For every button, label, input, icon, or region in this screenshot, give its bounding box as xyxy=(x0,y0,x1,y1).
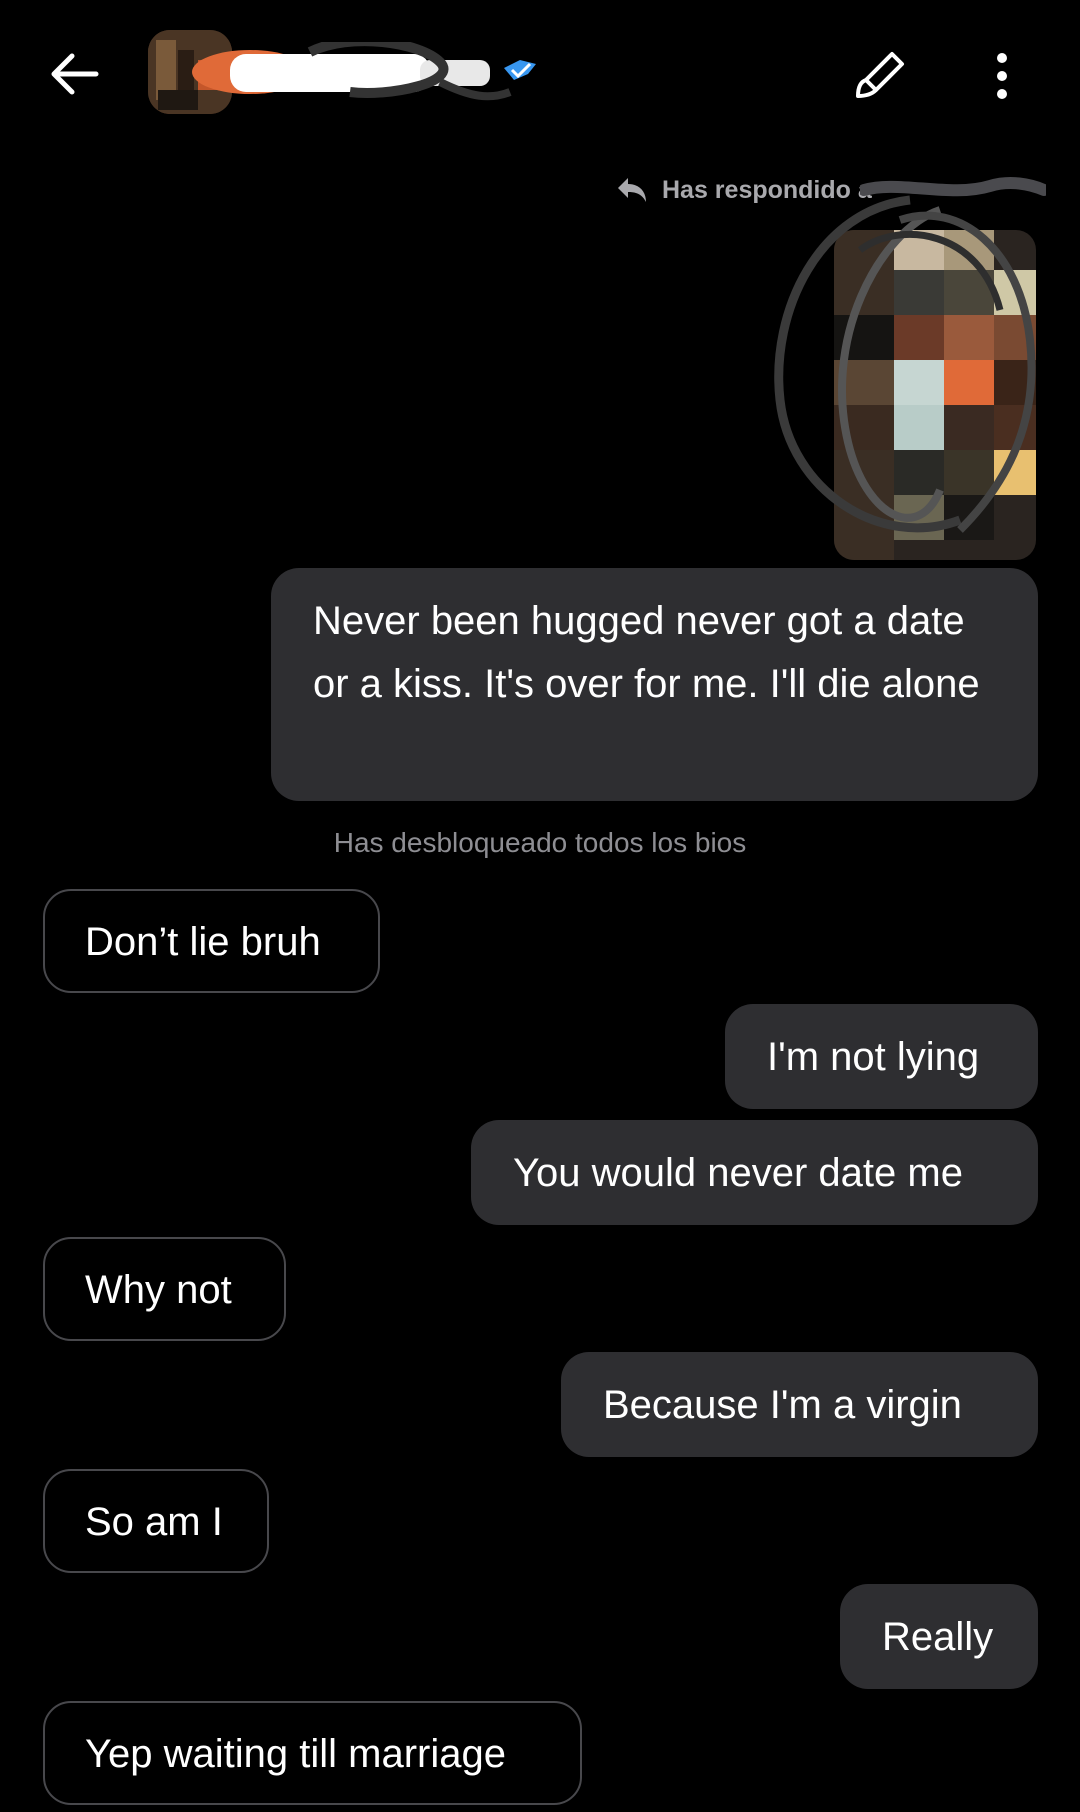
story-thumbnail[interactable] xyxy=(834,230,1036,560)
message-bubble-incoming[interactable]: So am I xyxy=(43,1469,269,1573)
chat-header xyxy=(0,0,1080,150)
system-notice: Has desbloqueado todos los bios xyxy=(333,827,747,858)
message-bubble-outgoing[interactable]: I'm not lying xyxy=(725,1004,1038,1109)
message-text: Yep waiting till marriage xyxy=(85,1732,506,1776)
message-text: Why not xyxy=(85,1268,232,1312)
message-text: I'm not lying xyxy=(767,1035,980,1079)
message-text: You would never date me xyxy=(513,1151,963,1195)
message-text: Don’t lie bruh xyxy=(85,920,321,964)
reply-context: Has respondido a xyxy=(616,170,872,210)
more-vertical-icon xyxy=(997,53,1007,99)
message-bubble-outgoing[interactable]: Really xyxy=(840,1584,1038,1689)
message-text: Really xyxy=(882,1615,994,1659)
back-button[interactable] xyxy=(48,50,100,98)
reply-context-text: Has respondido a xyxy=(662,175,872,204)
message-text: Never been hugged never got a date or a … xyxy=(313,599,980,706)
message-text: So am I xyxy=(85,1500,223,1544)
verified-badge-icon xyxy=(498,54,542,88)
brush-icon xyxy=(856,52,904,98)
message-bubble-incoming[interactable]: Why not xyxy=(43,1237,286,1341)
message-bubble-incoming[interactable]: Yep waiting till marriage xyxy=(43,1701,582,1805)
message-text: Because I'm a virgin xyxy=(603,1383,962,1427)
message-bubble-outgoing[interactable]: Never been hugged never got a date or a … xyxy=(271,568,1038,801)
more-options-button[interactable] xyxy=(990,48,1014,104)
reply-name-redaction xyxy=(860,177,1046,197)
message-bubble-incoming[interactable]: Don’t lie bruh xyxy=(43,889,380,993)
message-bubble-outgoing[interactable]: You would never date me xyxy=(471,1120,1038,1225)
name-redaction-scribble xyxy=(192,42,512,101)
reply-arrow-icon xyxy=(618,178,646,202)
message-bubble-outgoing[interactable]: Because I'm a virgin xyxy=(561,1352,1038,1457)
edit-button[interactable] xyxy=(852,48,908,104)
arrow-left-icon xyxy=(51,53,99,95)
